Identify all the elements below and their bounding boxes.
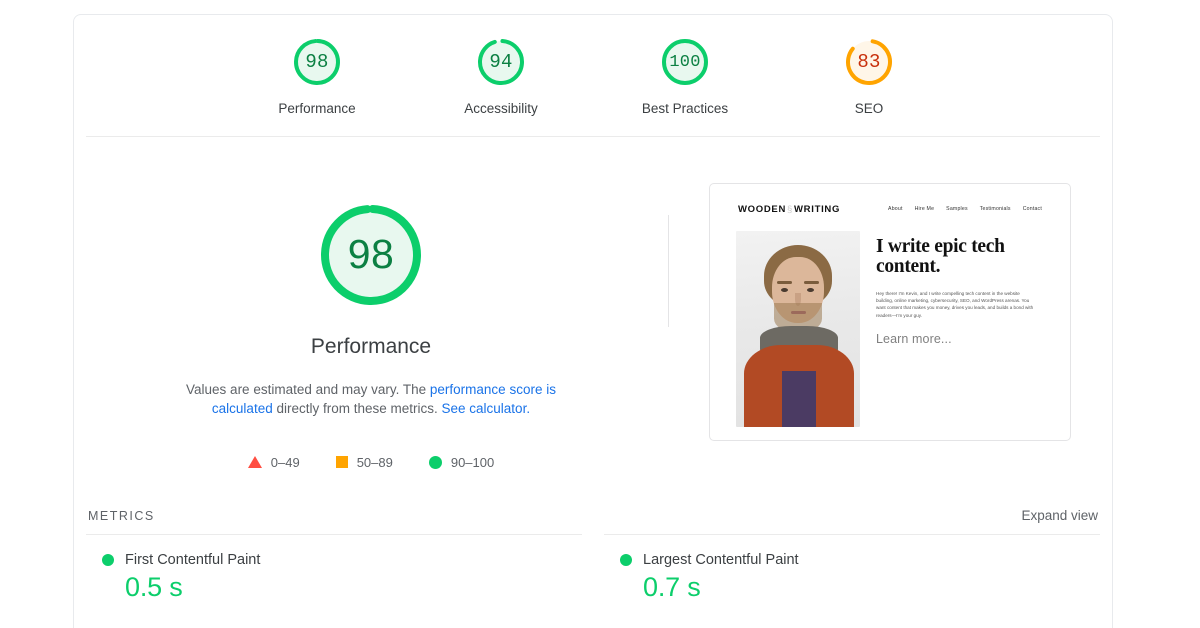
metrics-grid: First Contentful Paint 0.5 s Largest Con…: [86, 533, 1100, 603]
metric-name-line: First Contentful Paint: [102, 552, 582, 568]
metrics-column-right: Largest Contentful Paint 0.7 s: [604, 533, 1100, 603]
hero-desc-text-1: Values are estimated and may vary. The: [186, 381, 430, 397]
gauge-accessibility: 94: [474, 35, 528, 89]
report-card: 98 Performance 94 Accessibility 100 Best…: [73, 14, 1113, 628]
hero-description: Values are estimated and may vary. The p…: [155, 380, 587, 418]
thumbnail-headline: I write epic tech content.: [876, 235, 1005, 277]
legend-range-good: 90–100: [450, 454, 495, 470]
thumbnail-nav-hire-me: Hire Me: [914, 206, 935, 213]
gauge-performance-large-value: 98: [347, 231, 395, 278]
category-score-performance[interactable]: 98 Performance: [263, 35, 371, 118]
category-label-best-practices: Best Practices: [641, 101, 729, 116]
metric-status-circle-icon: [102, 553, 114, 566]
metric-status-circle-icon: [620, 553, 632, 566]
metrics-section-title: METRICS: [88, 508, 155, 523]
hero-title: Performance: [310, 334, 432, 358]
triangle-icon: [247, 456, 262, 469]
hero-divider: [668, 214, 669, 327]
gauge-best-practices-value: 100: [669, 52, 701, 72]
see-calculator-link[interactable]: See calculator.: [442, 401, 531, 416]
gauge-performance-large: 98: [313, 197, 429, 313]
legend-range-poor: 0–49: [270, 454, 300, 470]
score-legend: 0–49 50–89 90–100: [247, 454, 495, 470]
metrics-column-left: First Contentful Paint 0.5 s: [86, 533, 582, 603]
thumbnail-portrait-photo: [736, 230, 860, 427]
category-score-strip: 98 Performance 94 Accessibility 100 Best…: [86, 15, 1100, 137]
category-score-accessibility[interactable]: 94 Accessibility: [447, 35, 555, 118]
expand-view-link[interactable]: Expand view: [1021, 508, 1098, 523]
pagespeed-report-page: 98 Performance 94 Accessibility 100 Best…: [0, 0, 1200, 628]
thumbnail-site-nav: WOODEN§WRITING About Hire Me Samples Tes…: [724, 198, 1056, 215]
thumbnail-nav-about: About: [888, 206, 903, 213]
square-icon: [335, 456, 348, 469]
metric-value: 0.5 s: [125, 571, 183, 602]
thumbnail-nav-links: About Hire Me Samples Testimonials Conta…: [888, 206, 1042, 212]
metric-item-largest-contentful-paint[interactable]: Largest Contentful Paint 0.7 s: [604, 552, 1100, 603]
hero-left-column: 98 Performance Values are estimated and …: [74, 181, 668, 470]
circle-icon: [428, 455, 442, 469]
category-label-performance: Performance: [278, 101, 356, 116]
metrics-header: METRICS Expand view: [86, 508, 1100, 523]
legend-item-good: 90–100: [428, 454, 495, 470]
gauge-seo: 83: [842, 35, 896, 89]
thumbnail-site-logo: WOODEN§WRITING: [738, 204, 840, 215]
metric-label: Largest Contentful Paint: [643, 551, 799, 568]
thumbnail-nav-contact: Contact: [1022, 206, 1042, 213]
gauge-seo-value: 83: [857, 50, 881, 73]
category-score-best-practices[interactable]: 100 Best Practices: [631, 35, 739, 118]
category-label-accessibility: Accessibility: [464, 101, 538, 116]
gauge-performance: 98: [290, 35, 344, 89]
category-label-seo: SEO: [854, 101, 884, 116]
legend-range-average: 50–89: [356, 454, 393, 470]
hero-right-column: WOODEN§WRITING About Hire Me Samples Tes…: [668, 181, 1112, 470]
performance-hero: 98 Performance Values are estimated and …: [74, 137, 1112, 470]
metrics-section: METRICS Expand view First Contentful Pai…: [74, 508, 1112, 603]
metric-item-first-contentful-paint[interactable]: First Contentful Paint 0.5 s: [86, 552, 582, 603]
thumbnail-learn-more-link: Learn more...: [876, 332, 952, 347]
logo-word-first: WOODEN: [738, 203, 787, 215]
thumbnail-paragraph: Hey there! I'm Kevin, and I write compel…: [876, 290, 1034, 318]
legend-item-poor: 0–49: [247, 454, 300, 470]
thumbnail-nav-testimonials: Testimonials: [979, 206, 1011, 213]
hero-desc-text-2: directly from these metrics.: [272, 400, 442, 416]
logo-separator-icon: §: [787, 203, 793, 215]
gauge-performance-value: 98: [305, 50, 329, 73]
thumbnail-text-block: I write epic tech content. Hey there! I'…: [876, 231, 1044, 427]
metric-name-line: Largest Contentful Paint: [620, 552, 1100, 568]
thumbnail-hero-body: I write epic tech content. Hey there! I'…: [724, 230, 1056, 427]
final-screenshot-thumbnail[interactable]: WOODEN§WRITING About Hire Me Samples Tes…: [709, 182, 1071, 441]
legend-item-average: 50–89: [335, 454, 393, 470]
thumbnail-nav-samples: Samples: [946, 206, 968, 213]
metric-label: First Contentful Paint: [125, 551, 261, 568]
category-score-seo[interactable]: 83 SEO: [815, 35, 923, 118]
metric-value: 0.7 s: [643, 571, 701, 602]
logo-word-second: WRITING: [794, 203, 841, 215]
gauge-best-practices: 100: [658, 35, 712, 89]
gauge-accessibility-value: 94: [489, 50, 513, 73]
